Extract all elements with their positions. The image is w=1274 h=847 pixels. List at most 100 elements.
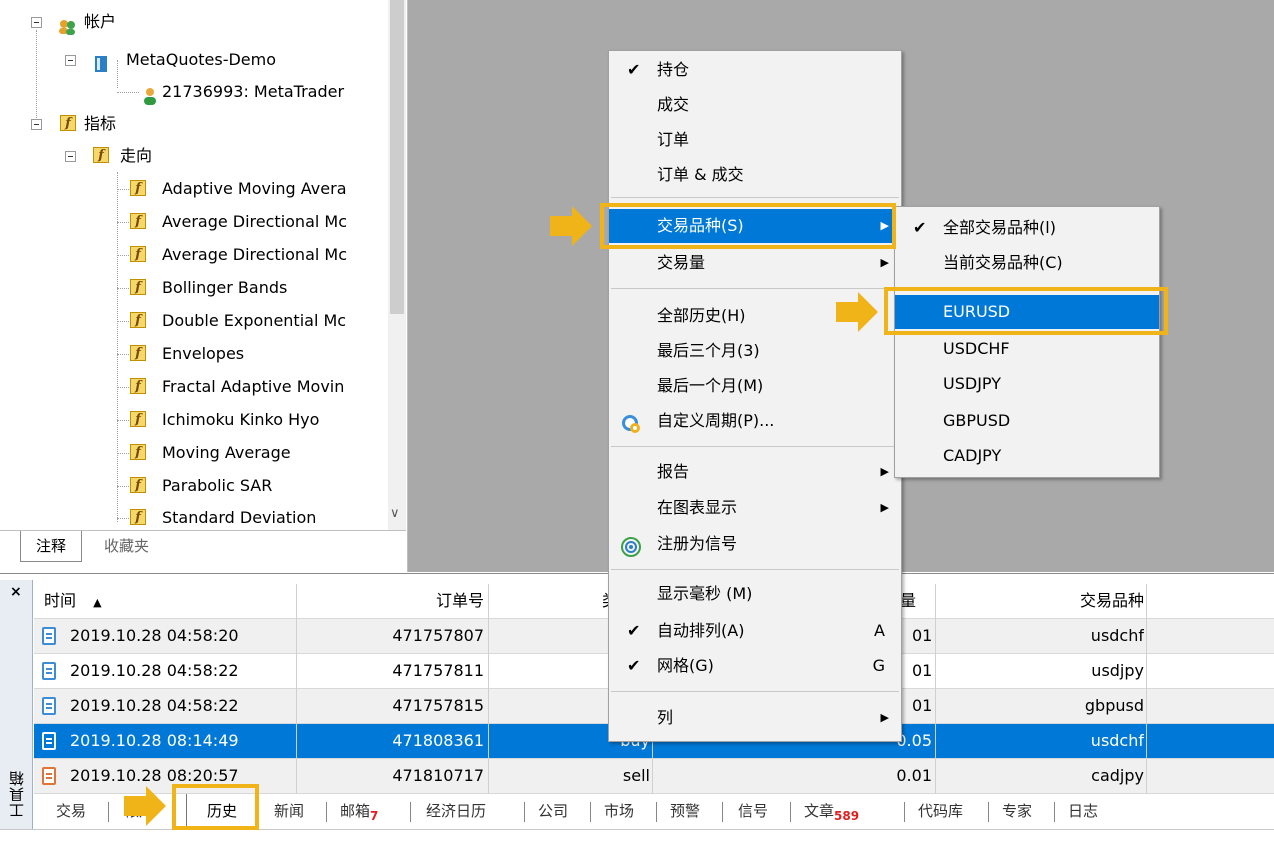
collapse-icon[interactable]	[31, 119, 42, 130]
tree-label-account: 21736993: MetaTrader	[162, 82, 345, 101]
tree-item-indicator[interactable]: f Moving Average	[0, 437, 388, 469]
tree-node-account[interactable]: 21736993: MetaTrader	[0, 76, 380, 108]
tree-item-indicator[interactable]: f Average Directional Mc	[0, 206, 388, 238]
column-header-volume[interactable]: 量	[900, 584, 930, 618]
tab-news[interactable]: 新闻	[274, 794, 304, 828]
submenu-item-cadjpy[interactable]: CADJPY	[895, 439, 1159, 473]
collapse-icon[interactable]	[31, 17, 42, 28]
function-icon: f	[93, 147, 109, 163]
menu-item-positions[interactable]: ✔ 持仓	[609, 53, 901, 87]
tab-code-base[interactable]: 代码库	[918, 794, 963, 828]
navigator-tabs: 注释 收藏夹	[0, 530, 406, 573]
custom-period-icon	[621, 412, 641, 433]
menu-item-label: 全部历史(H)	[657, 306, 746, 325]
tree-item-indicator[interactable]: f Double Exponential Mc	[0, 305, 388, 337]
tree-item-indicator[interactable]: f Envelopes	[0, 338, 388, 370]
tab-favorites[interactable]: 收藏夹	[104, 531, 149, 561]
menu-item-custom-period[interactable]: 自定义周期(P)...	[609, 404, 901, 438]
submenu-item-current-symbol[interactable]: 当前交易品种(C)	[895, 246, 1159, 280]
tab-trade[interactable]: 交易	[56, 794, 86, 828]
menu-item-orders[interactable]: 订单	[609, 123, 901, 157]
menu-item-show-on-chart[interactable]: 在图表显示 ▶	[609, 491, 901, 525]
highlight-box-symbols	[600, 203, 896, 249]
tab-comments-label: 注释	[35, 537, 66, 555]
cell-symbol: usdjpy	[1091, 661, 1144, 680]
cell-time: 2019.10.28 08:14:49	[70, 731, 239, 750]
function-icon: f	[130, 180, 146, 196]
menu-item-register-signal[interactable]: 注册为信号	[609, 527, 901, 561]
menu-item-columns[interactable]: 列 ▶	[609, 701, 901, 735]
tree-line	[117, 354, 129, 355]
column-header-order[interactable]: 订单号	[298, 584, 484, 618]
submenu-item-usdjpy[interactable]: USDJPY	[895, 367, 1159, 401]
menu-item-label: 订单 & 成交	[657, 165, 744, 184]
submenu-item-all-symbols[interactable]: ✔ 全部交易品种(l)	[895, 211, 1159, 245]
cell-time: 2019.10.28 04:58:20	[70, 626, 239, 645]
function-icon: f	[130, 246, 146, 262]
menu-item-show-milliseconds[interactable]: 显示毫秒 (M)	[609, 577, 901, 611]
document-icon	[42, 662, 56, 680]
tab-company[interactable]: 公司	[538, 794, 568, 828]
menu-separator	[611, 691, 899, 692]
submenu-item-gbpusd[interactable]: GBPUSD	[895, 404, 1159, 438]
collapse-icon[interactable]	[65, 55, 76, 66]
cell-order: 471757807	[392, 626, 484, 645]
menu-item-last-3-months[interactable]: 最后三个月(3)	[609, 334, 901, 368]
tab-alerts[interactable]: 预警	[670, 794, 700, 828]
close-icon[interactable]: ×	[10, 584, 22, 600]
tree-line	[117, 453, 129, 454]
tree-node-trend[interactable]: f 走向	[0, 140, 380, 172]
submenu-item-label: 当前交易品种(C)	[943, 253, 1063, 272]
toolbox-title: 工具箱	[8, 770, 26, 818]
tab-signals[interactable]: 信号	[738, 794, 768, 828]
menu-item-orders-and-deals[interactable]: 订单 & 成交	[609, 158, 901, 192]
tab-mailbox[interactable]: 邮箱7	[340, 794, 378, 828]
navigator-scroll-thumb[interactable]	[390, 0, 404, 314]
tab-articles[interactable]: 文章589	[804, 794, 859, 828]
tree-item-indicator[interactable]: f Bollinger Bands	[0, 272, 388, 304]
tab-comments[interactable]: 注释	[20, 531, 82, 562]
menu-item-label: 成交	[657, 95, 690, 114]
articles-count-badge: 589	[834, 809, 860, 823]
submenu-arrow-icon: ▶	[880, 256, 889, 269]
tab-experts[interactable]: 专家	[1002, 794, 1032, 828]
menu-item-auto-arrange[interactable]: ✔ 自动排列(A) A	[609, 614, 901, 648]
tab-journal[interactable]: 日志	[1068, 794, 1098, 828]
function-icon: f	[130, 444, 146, 460]
tree-item-indicator[interactable]: f Ichimoku Kinko Hyo	[0, 404, 388, 436]
checkmark-icon: ✔	[627, 621, 641, 640]
highlight-box-eurusd	[884, 287, 1168, 335]
cell-volume: 01	[912, 696, 933, 715]
scroll-down-icon[interactable]: ∨	[390, 506, 400, 521]
menu-item-volume[interactable]: 交易量 ▶	[609, 246, 901, 280]
tree-item-indicator[interactable]: f Adaptive Moving Avera	[0, 173, 388, 205]
menu-item-grid[interactable]: ✔ 网格(G) G	[609, 649, 901, 683]
tree-item-indicator[interactable]: f Average Directional Mc	[0, 239, 388, 271]
status-bar	[0, 829, 1274, 847]
menu-separator	[611, 197, 899, 198]
tree-node-accounts[interactable]: 帐户	[0, 6, 380, 38]
menu-item-label: 持仓	[657, 60, 690, 79]
tab-divider	[108, 802, 109, 822]
menu-item-last-month[interactable]: 最后一个月(M)	[609, 369, 901, 403]
tree-label-server: MetaQuotes-Demo	[126, 50, 277, 69]
document-icon	[42, 697, 56, 715]
menu-item-label: 订单	[657, 130, 690, 149]
tab-label: 代码库	[918, 802, 964, 820]
submenu-arrow-icon: ▶	[880, 711, 889, 724]
tab-favorites-label: 收藏夹	[104, 537, 150, 555]
menu-item-report[interactable]: 报告 ▶	[609, 455, 901, 489]
tab-calendar[interactable]: 经济日历	[426, 794, 486, 828]
column-header-time[interactable]: 时间 ▲	[44, 584, 102, 618]
tab-label: 公司	[538, 802, 569, 820]
tree-item-indicator[interactable]: f Fractal Adaptive Movin	[0, 371, 388, 403]
collapse-icon[interactable]	[65, 151, 76, 162]
column-header-symbol[interactable]: 交易品种	[954, 584, 1144, 618]
submenu-item-usdchf[interactable]: USDCHF	[895, 332, 1159, 366]
tree-node-indicators[interactable]: f 指标	[0, 108, 380, 140]
tree-item-indicator[interactable]: f Parabolic SAR	[0, 470, 388, 502]
menu-item-deals[interactable]: 成交	[609, 88, 901, 122]
tab-market[interactable]: 市场	[604, 794, 634, 828]
tree-node-server[interactable]: MetaQuotes-Demo	[0, 44, 380, 76]
indicator-label: Average Directional Mc	[162, 212, 348, 231]
